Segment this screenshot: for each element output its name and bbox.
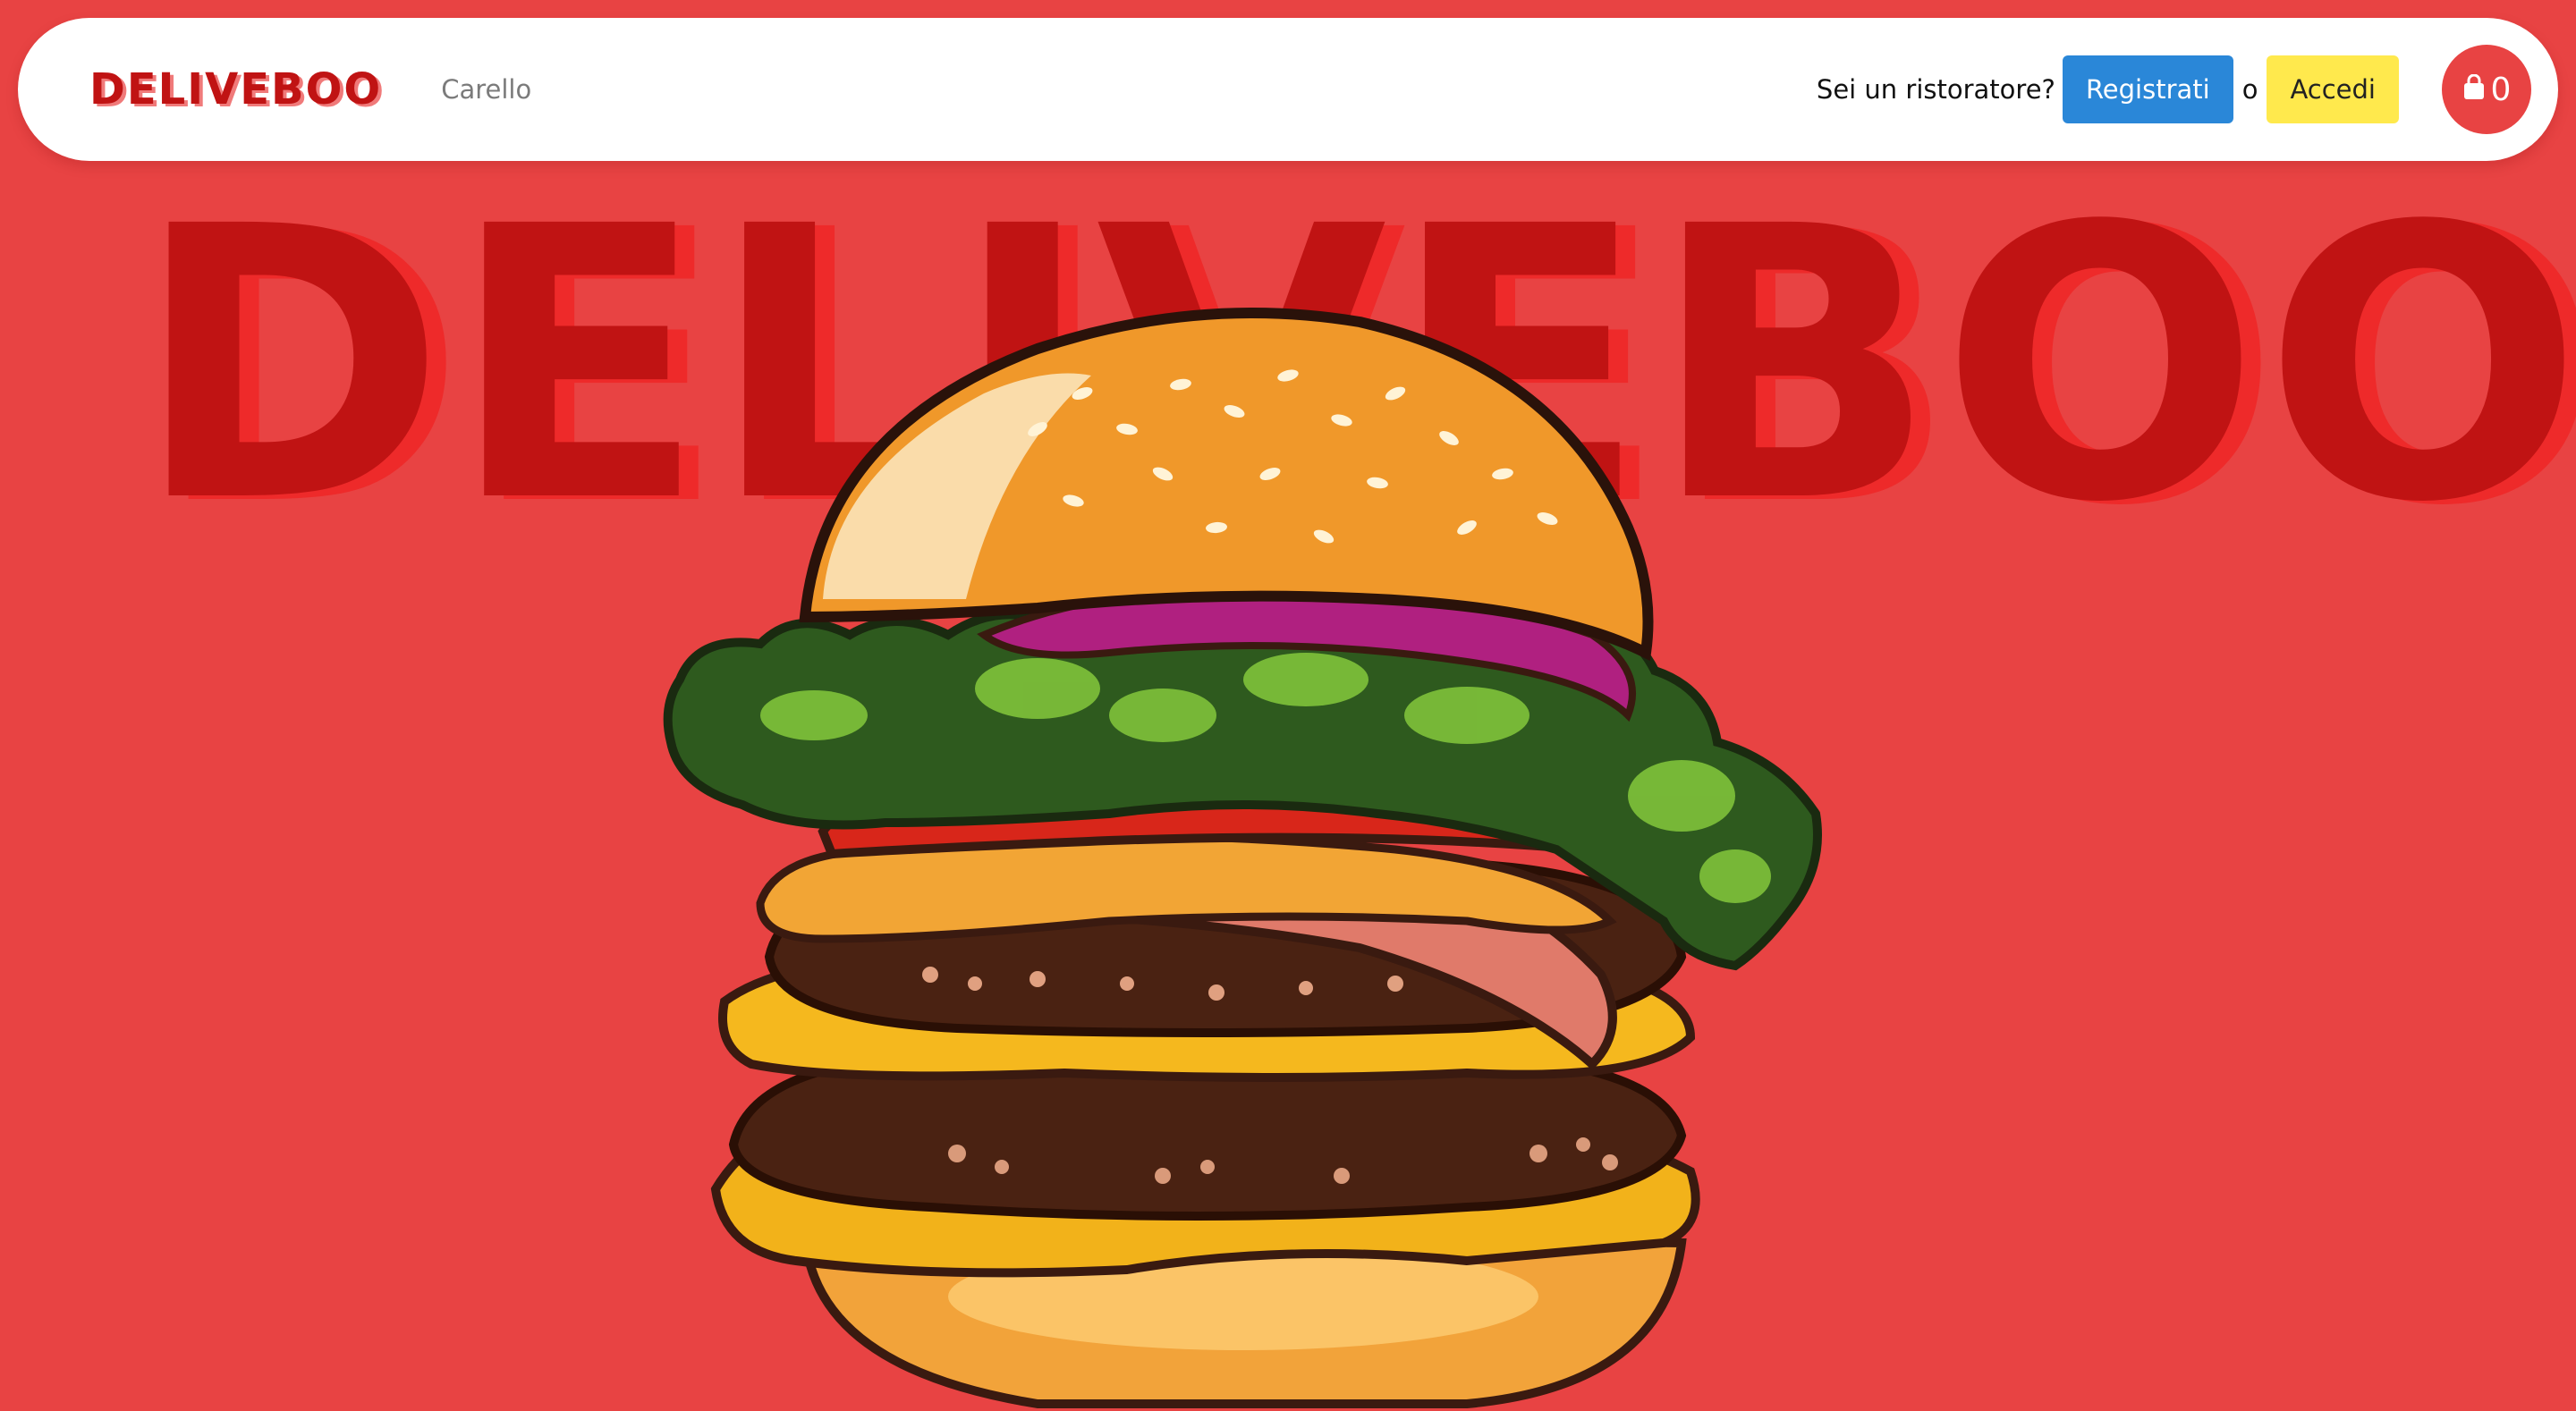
navbar: DELIVEBOO Carello Sei un ristoratore? Re… [18, 18, 2558, 161]
or-text: o [2241, 74, 2258, 105]
brand-logo[interactable]: DELIVEBOO [89, 64, 382, 114]
shopping-bag-icon [2462, 73, 2486, 105]
cart-button[interactable]: 0 [2442, 45, 2531, 134]
restaurant-question: Sei un ristoratore? [1816, 74, 2055, 105]
burger-illustration [663, 308, 1822, 1408]
register-button[interactable]: Registrati [2062, 55, 2233, 123]
cart-count: 0 [2490, 71, 2512, 108]
cart-nav-link[interactable]: Carello [441, 74, 531, 105]
login-button[interactable]: Accedi [2267, 55, 2399, 123]
page: DELIVEBOO Carello Sei un ristoratore? Re… [0, 0, 2576, 1411]
